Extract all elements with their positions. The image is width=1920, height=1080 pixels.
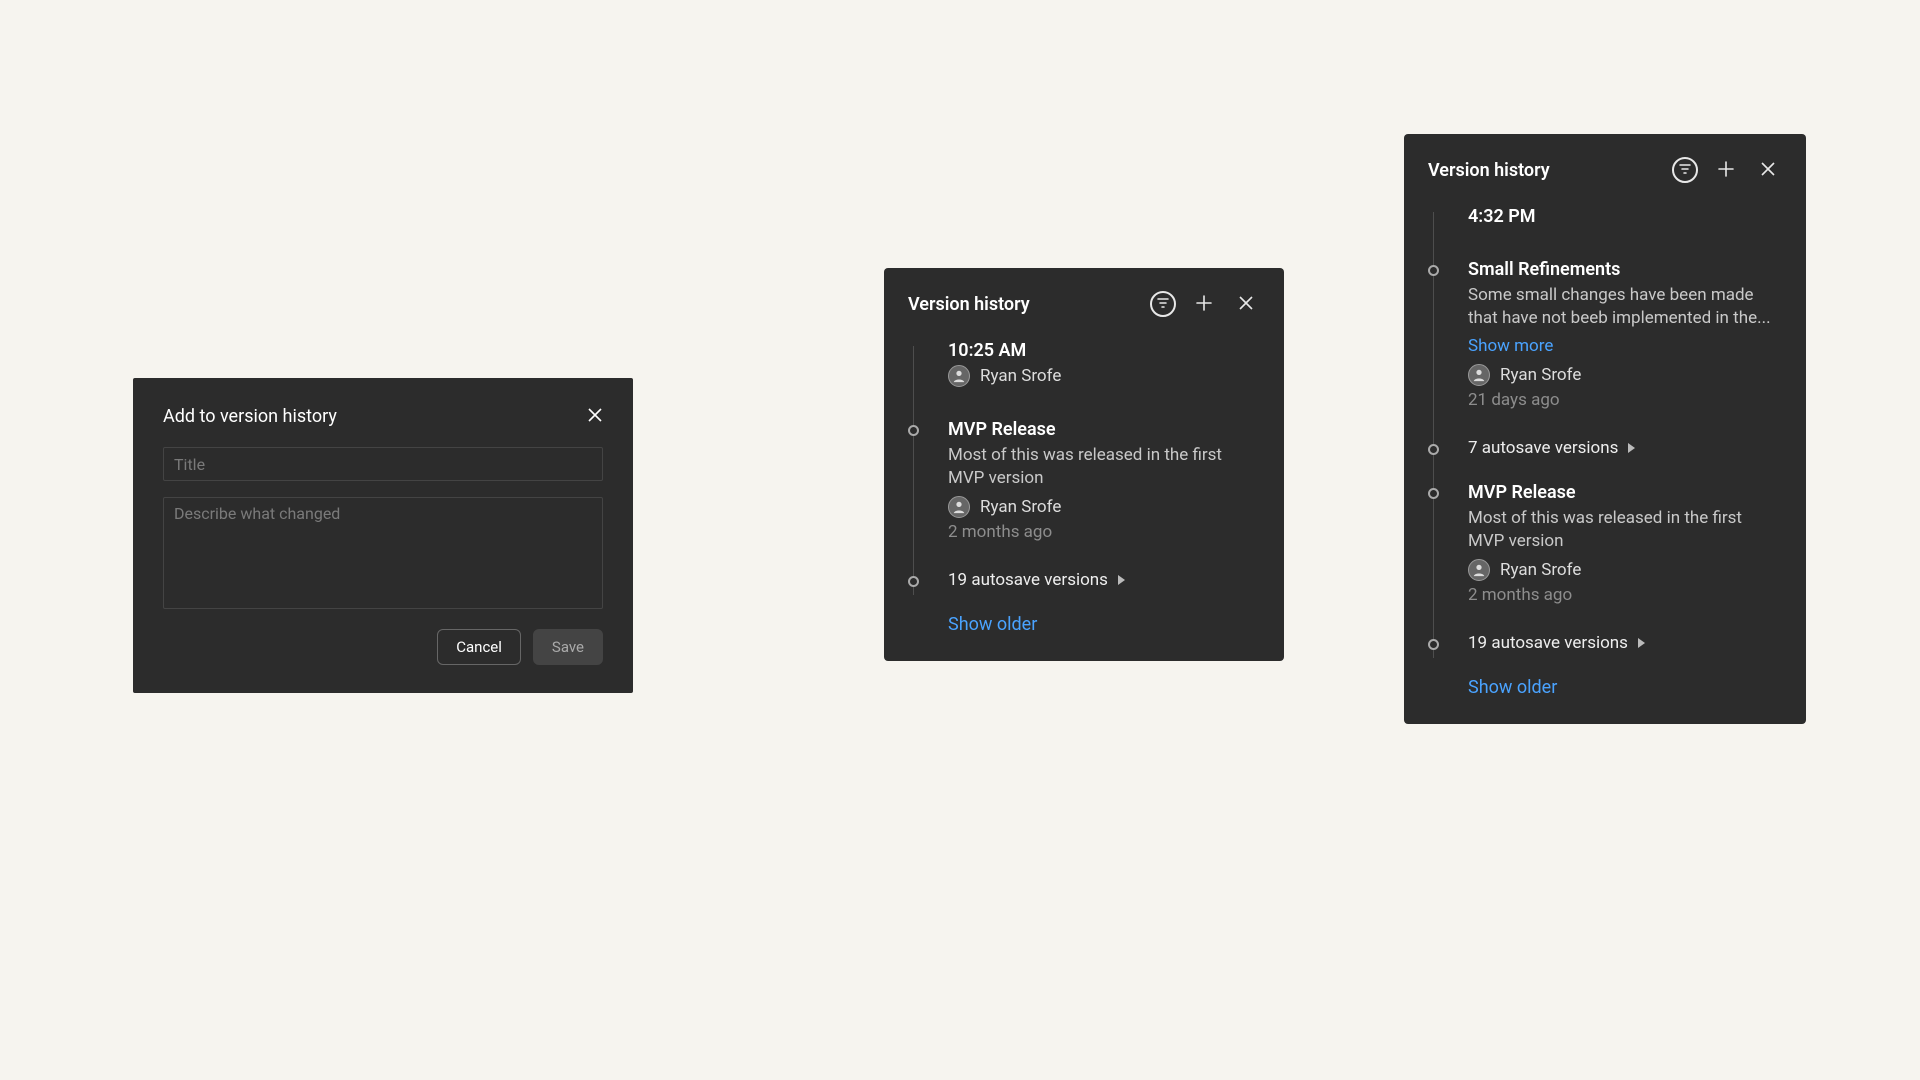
- version-user: Ryan Srofe: [1468, 559, 1782, 581]
- filter-icon: [1156, 296, 1170, 313]
- version-age: 21 days ago: [1468, 390, 1782, 410]
- version-time: 10:25 AM: [948, 340, 1260, 361]
- version-entry[interactable]: 10:25 AM Ryan Srofe: [908, 340, 1260, 419]
- add-version-modal: Add to version history Cancel Save: [133, 378, 633, 693]
- panel-header: Version history: [1428, 156, 1782, 184]
- autosave-label: 19 autosave versions: [948, 570, 1108, 590]
- chevron-right-icon: [1118, 575, 1125, 585]
- version-entry[interactable]: 4:32 PM: [1428, 206, 1782, 259]
- version-entry[interactable]: Small Refinements Some small changes hav…: [1428, 259, 1782, 438]
- version-user: Ryan Srofe: [948, 496, 1260, 518]
- version-description: Most of this was released in the first M…: [1468, 507, 1782, 553]
- filter-button[interactable]: [1150, 291, 1176, 317]
- timeline-dot: [1428, 444, 1439, 455]
- version-description-input[interactable]: [163, 497, 603, 609]
- modal-close-button[interactable]: [587, 407, 603, 426]
- autosave-label: 7 autosave versions: [1468, 438, 1618, 458]
- user-name: Ryan Srofe: [1500, 560, 1581, 580]
- version-user: Ryan Srofe: [1468, 364, 1782, 386]
- version-age: 2 months ago: [948, 522, 1260, 542]
- version-title: Small Refinements: [1468, 259, 1782, 280]
- user-name: Ryan Srofe: [980, 366, 1061, 386]
- version-history-panel-a: Version history 10:25 AM Ryan Srofe: [884, 268, 1284, 661]
- close-icon: [1238, 295, 1254, 314]
- timeline-dot: [908, 576, 919, 587]
- version-description: Most of this was released in the first M…: [948, 444, 1260, 490]
- avatar: [1468, 559, 1490, 581]
- version-title-input[interactable]: [163, 447, 603, 481]
- filter-button[interactable]: [1672, 157, 1698, 183]
- version-title: MVP Release: [948, 419, 1260, 440]
- save-button[interactable]: Save: [533, 629, 603, 665]
- add-version-button[interactable]: [1712, 156, 1740, 184]
- user-name: Ryan Srofe: [980, 497, 1061, 517]
- add-version-button[interactable]: [1190, 290, 1218, 318]
- close-icon: [1760, 161, 1776, 180]
- chevron-right-icon: [1638, 638, 1645, 648]
- close-panel-button[interactable]: [1754, 156, 1782, 184]
- timeline: 10:25 AM Ryan Srofe MVP Release Most of …: [908, 340, 1260, 635]
- autosave-group[interactable]: 7 autosave versions: [1428, 438, 1782, 482]
- avatar: [948, 365, 970, 387]
- filter-icon: [1678, 162, 1692, 179]
- close-panel-button[interactable]: [1232, 290, 1260, 318]
- autosave-group[interactable]: 19 autosave versions: [908, 570, 1260, 614]
- panel-header: Version history: [908, 290, 1260, 318]
- cancel-button[interactable]: Cancel: [437, 629, 521, 665]
- show-older-button[interactable]: Show older: [908, 614, 1260, 635]
- version-entry[interactable]: MVP Release Most of this was released in…: [1428, 482, 1782, 633]
- version-description: Some small changes have been made that h…: [1468, 284, 1782, 330]
- user-name: Ryan Srofe: [1500, 365, 1581, 385]
- chevron-right-icon: [1628, 443, 1635, 453]
- version-entry[interactable]: MVP Release Most of this was released in…: [908, 419, 1260, 570]
- avatar: [1468, 364, 1490, 386]
- timeline-dot: [1428, 488, 1439, 499]
- version-time: 4:32 PM: [1468, 206, 1782, 227]
- panel-title: Version history: [908, 294, 1136, 315]
- timeline-dot: [908, 425, 919, 436]
- plus-icon: [1195, 294, 1213, 315]
- avatar: [948, 496, 970, 518]
- timeline-dot: [1428, 639, 1439, 650]
- modal-title: Add to version history: [163, 406, 337, 427]
- timeline-dot: [1428, 265, 1439, 276]
- version-title: MVP Release: [1468, 482, 1782, 503]
- autosave-group[interactable]: 19 autosave versions: [1428, 633, 1782, 677]
- version-user: Ryan Srofe: [948, 365, 1260, 387]
- autosave-label: 19 autosave versions: [1468, 633, 1628, 653]
- show-older-button[interactable]: Show older: [1428, 677, 1782, 698]
- show-more-button[interactable]: Show more: [1468, 336, 1553, 356]
- panel-title: Version history: [1428, 160, 1658, 181]
- modal-actions: Cancel Save: [163, 629, 603, 665]
- close-icon: [587, 407, 603, 426]
- timeline: 4:32 PM Small Refinements Some small cha…: [1428, 206, 1782, 698]
- plus-icon: [1717, 160, 1735, 181]
- modal-header: Add to version history: [163, 406, 603, 427]
- version-history-panel-b: Version history 4:32 PM Small Refinement…: [1404, 134, 1806, 724]
- version-age: 2 months ago: [1468, 585, 1782, 605]
